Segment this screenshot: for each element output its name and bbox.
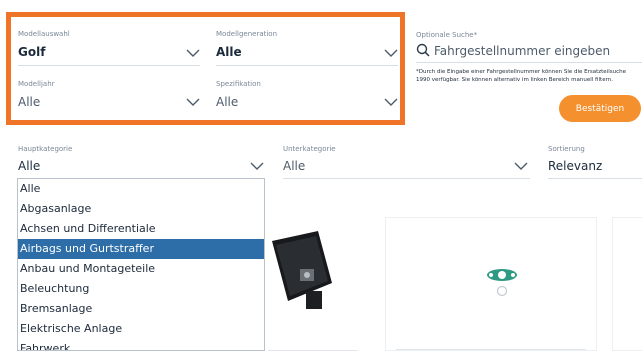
search-label: Optionale Suche*: [416, 31, 478, 39]
chevron-down-icon: [186, 98, 200, 106]
dropdown-option[interactable]: Anbau und Montageteile: [18, 259, 264, 279]
sort-underline: [548, 178, 642, 179]
product-card[interactable]: [612, 217, 642, 351]
dropdown-option[interactable]: Achsen und Differentiale: [18, 219, 264, 239]
generation-value: Alle: [216, 45, 242, 59]
search-note-line: 1990 verfügbar. Sie können alternativ im…: [416, 77, 613, 83]
dropdown-option-selected[interactable]: Airbags und Gurtstraffer: [18, 239, 264, 259]
dropdown-option[interactable]: Bremsanlage: [18, 299, 264, 319]
model-label: Modellauswahl: [18, 30, 70, 38]
product-card[interactable]: [258, 217, 368, 351]
airbag-module-image: [272, 231, 332, 309]
model-select[interactable]: Modellauswahl Golf: [18, 30, 200, 66]
search-note: *Durch die Eingabe einer Fahrgestellnumm…: [416, 68, 642, 84]
category-label: Hauptkategorie: [18, 145, 73, 153]
sort-label: Sortierung: [548, 145, 585, 153]
chevron-down-icon: [514, 162, 528, 170]
subcategory-select[interactable]: Unterkategorie Alle: [283, 145, 530, 179]
dropdown-option[interactable]: Abgasanlage: [18, 199, 264, 219]
generation-select[interactable]: Modellgeneration Alle: [216, 30, 398, 66]
model-value: Golf: [18, 45, 46, 59]
chevron-down-icon: [384, 98, 398, 106]
generation-underline: [216, 65, 398, 66]
search-underline: [416, 62, 642, 63]
subcategory-underline: [283, 178, 530, 179]
search-icon: [416, 43, 430, 57]
year-value: Alle: [18, 95, 41, 109]
chevron-down-icon: [186, 49, 200, 57]
dropdown-option[interactable]: Fahrwerk: [18, 339, 264, 350]
confirm-button[interactable]: Bestätigen: [559, 95, 641, 122]
year-select[interactable]: Modelljahr Alle: [18, 80, 200, 116]
search-note-line: *Durch die Eingabe einer Fahrgestellnumm…: [416, 69, 626, 75]
sort-value: Relevanz: [548, 159, 603, 173]
vin-search-input[interactable]: [434, 43, 642, 59]
chevron-down-icon: [384, 49, 398, 57]
spec-value: Alle: [216, 95, 239, 109]
spec-select[interactable]: Spezifikation Alle: [216, 80, 398, 116]
spec-label: Spezifikation: [216, 80, 261, 88]
model-underline: [18, 65, 200, 66]
card-divider: [396, 349, 586, 350]
gasket-image: [487, 269, 517, 297]
category-select[interactable]: Hauptkategorie Alle: [18, 145, 268, 179]
chevron-down-icon: [250, 162, 264, 170]
category-value: Alle: [18, 159, 41, 173]
subcategory-label: Unterkategorie: [283, 145, 336, 153]
dropdown-option[interactable]: Beleuchtung: [18, 279, 264, 299]
sort-select[interactable]: Sortierung Relevanz: [548, 145, 642, 179]
dropdown-option[interactable]: Alle: [18, 179, 264, 199]
product-card[interactable]: [385, 217, 597, 351]
dropdown-option[interactable]: Elektrische Anlage: [18, 319, 264, 339]
category-dropdown-list[interactable]: Alle Abgasanlage Achsen und Differential…: [17, 178, 265, 351]
subcategory-value: Alle: [283, 159, 306, 173]
year-label: Modelljahr: [18, 80, 55, 88]
generation-label: Modellgeneration: [216, 30, 278, 38]
